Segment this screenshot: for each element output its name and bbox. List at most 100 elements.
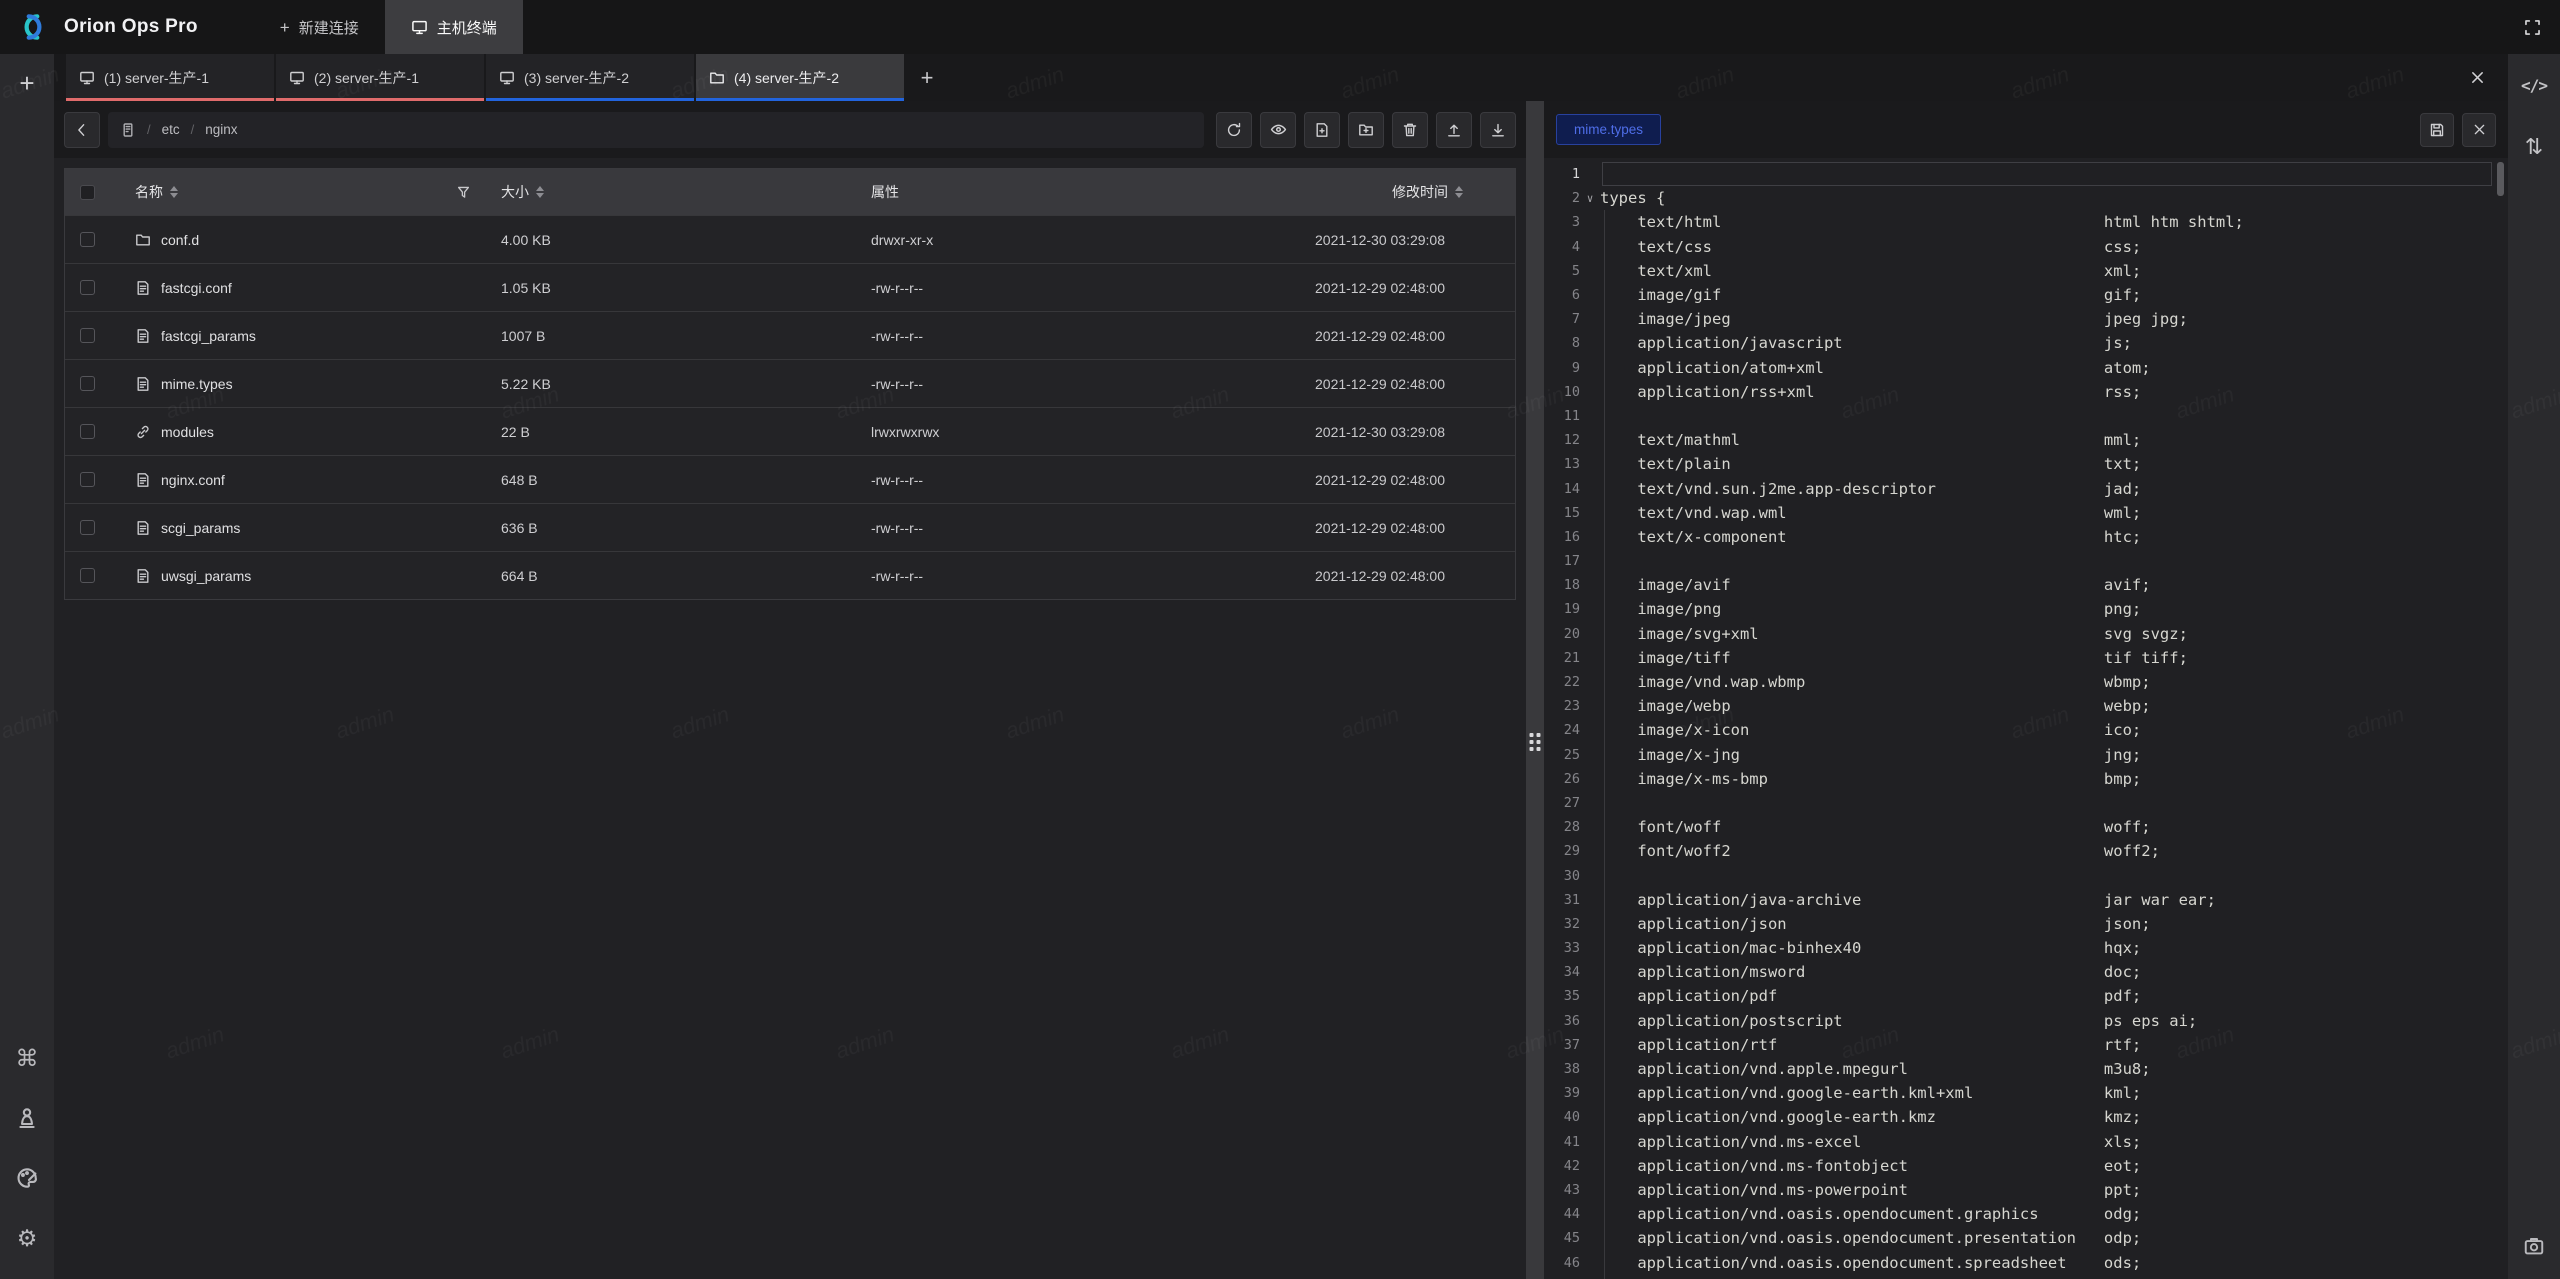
close-editor-button[interactable] — [2462, 113, 2496, 147]
nav-host-terminal[interactable]: 主机终端 — [385, 0, 523, 54]
editor-line[interactable]: 12 text/mathml mml; — [1544, 428, 2508, 452]
shortcuts-button[interactable]: ⌘ — [10, 1041, 44, 1075]
file-row[interactable]: nginx.conf 648 B -rw-r--r-- 2021-12-29 0… — [65, 455, 1515, 503]
terminal-tab[interactable]: (3) server-生产-2 — [486, 54, 694, 101]
editor-line[interactable]: 18 image/avif avif; — [1544, 573, 2508, 597]
editor-line[interactable]: 39 application/vnd.google-earth.kml+xml … — [1544, 1081, 2508, 1105]
editor-line[interactable]: 10 application/rss+xml rss; — [1544, 380, 2508, 404]
editor-line[interactable]: 29 font/woff2 woff2; — [1544, 839, 2508, 863]
fold-chevron-icon[interactable]: ∨ — [1580, 192, 1600, 205]
editor-line[interactable]: 17 — [1544, 549, 2508, 573]
file-row[interactable]: uwsgi_params 664 B -rw-r--r-- 2021-12-29… — [65, 551, 1515, 599]
editor-line[interactable]: 34 application/msword doc; — [1544, 960, 2508, 984]
row-checkbox[interactable] — [80, 472, 95, 487]
editor-line[interactable]: 8 application/javascript js; — [1544, 331, 2508, 355]
sort-mtime-control[interactable] — [1455, 186, 1463, 198]
editor-line[interactable]: 14 text/vnd.sun.j2me.app-descriptor jad; — [1544, 476, 2508, 500]
row-checkbox[interactable] — [80, 568, 95, 583]
editor-line[interactable]: 47 application/vnd.oasis.opendocument.te… — [1544, 1275, 2508, 1279]
breadcrumb[interactable]: / etc / nginx — [108, 112, 1204, 148]
row-checkbox[interactable] — [80, 328, 95, 343]
editor-line[interactable]: 22 image/vnd.wap.wbmp wbmp; — [1544, 670, 2508, 694]
row-checkbox[interactable] — [80, 280, 95, 295]
settings-button[interactable]: ⚙ — [10, 1221, 44, 1255]
column-header-size[interactable]: 大小 — [501, 182, 544, 202]
refresh-button[interactable] — [1216, 112, 1252, 148]
editor-line[interactable]: 46 application/vnd.oasis.opendocument.sp… — [1544, 1250, 2508, 1274]
editor-line[interactable]: 4 text/css css; — [1544, 235, 2508, 259]
editor-line[interactable]: 30 — [1544, 863, 2508, 887]
editor-line[interactable]: 25 image/x-jng jng; — [1544, 743, 2508, 767]
editor-line[interactable]: 35 application/pdf pdf; — [1544, 984, 2508, 1008]
row-checkbox[interactable] — [80, 520, 95, 535]
editor-line[interactable]: 41 application/vnd.ms-excel xls; — [1544, 1130, 2508, 1154]
editor-line[interactable]: 23 image/webp webp; — [1544, 694, 2508, 718]
add-terminal-tab-button[interactable]: + — [906, 54, 948, 101]
editor-line[interactable]: 27 — [1544, 791, 2508, 815]
editor-line[interactable]: 3 text/html html htm shtml; — [1544, 210, 2508, 234]
terminal-tab[interactable]: (1) server-生产-1 — [66, 54, 274, 101]
new-folder-button[interactable] — [1348, 112, 1384, 148]
sort-name-control[interactable] — [170, 186, 178, 198]
editor-line[interactable]: 42 application/vnd.ms-fontobject eot; — [1544, 1154, 2508, 1178]
terminal-tab[interactable]: (4) server-生产-2 — [696, 54, 904, 101]
command-snippets-button[interactable]: </> — [2517, 68, 2551, 102]
editor-line[interactable]: 1 — [1544, 162, 2508, 186]
column-header-name[interactable]: 名称 — [135, 182, 178, 202]
editor-line[interactable]: 5 text/xml xml; — [1544, 259, 2508, 283]
panel-resize-handle[interactable] — [1526, 101, 1544, 1279]
editor-line[interactable]: 26 image/x-ms-bmp bmp; — [1544, 767, 2508, 791]
editor-line[interactable]: 38 application/vnd.apple.mpegurl m3u8; — [1544, 1057, 2508, 1081]
new-tab-button[interactable]: + — [10, 66, 44, 100]
terminal-tab[interactable]: (2) server-生产-1 — [276, 54, 484, 101]
editor-line[interactable]: 43 application/vnd.ms-powerpoint ppt; — [1544, 1178, 2508, 1202]
editor-line[interactable]: 2 ∨ types { — [1544, 186, 2508, 210]
row-checkbox[interactable] — [80, 376, 95, 391]
close-all-tabs-button[interactable] — [2460, 61, 2494, 95]
editor-scrollbar-thumb[interactable] — [2497, 162, 2504, 196]
file-transfer-button[interactable]: ⇅ — [2517, 130, 2551, 164]
editor-line[interactable]: 20 image/svg+xml svg svgz; — [1544, 622, 2508, 646]
open-file-tab[interactable]: mime.types — [1556, 114, 1661, 145]
new-file-button[interactable] — [1304, 112, 1340, 148]
upload-button[interactable] — [1436, 112, 1472, 148]
code-editor[interactable]: 1 2 ∨ types { 3 text/html html htm shtml… — [1544, 158, 2508, 1279]
editor-line[interactable]: 15 text/vnd.wap.wml wml; — [1544, 501, 2508, 525]
column-header-mtime[interactable]: 修改时间 — [1291, 182, 1515, 202]
fullscreen-button[interactable] — [2512, 7, 2552, 47]
editor-line[interactable]: 13 text/plain txt; — [1544, 452, 2508, 476]
back-button[interactable] — [64, 112, 100, 148]
breadcrumb-segment-etc[interactable]: etc — [162, 122, 180, 137]
delete-button[interactable] — [1392, 112, 1428, 148]
editor-line[interactable]: 24 image/x-icon ico; — [1544, 718, 2508, 742]
show-hidden-files-button[interactable] — [1260, 112, 1296, 148]
editor-line[interactable]: 45 application/vnd.oasis.opendocument.pr… — [1544, 1226, 2508, 1250]
breadcrumb-segment-nginx[interactable]: nginx — [205, 122, 237, 137]
editor-line[interactable]: 32 application/json json; — [1544, 912, 2508, 936]
editor-line[interactable]: 36 application/postscript ps eps ai; — [1544, 1009, 2508, 1033]
editor-line[interactable]: 6 image/gif gif; — [1544, 283, 2508, 307]
theme-button[interactable] — [10, 1161, 44, 1195]
file-row[interactable]: conf.d 4.00 KB drwxr-xr-x 2021-12-30 03:… — [65, 215, 1515, 263]
row-checkbox[interactable] — [80, 424, 95, 439]
file-row[interactable]: scgi_params 636 B -rw-r--r-- 2021-12-29 … — [65, 503, 1515, 551]
file-row[interactable]: fastcgi_params 1007 B -rw-r--r-- 2021-12… — [65, 311, 1515, 359]
editor-line[interactable]: 31 application/java-archive jar war ear; — [1544, 888, 2508, 912]
save-file-button[interactable] — [2420, 113, 2454, 147]
editor-line[interactable]: 16 text/x-component htc; — [1544, 525, 2508, 549]
editor-line[interactable]: 7 image/jpeg jpeg jpg; — [1544, 307, 2508, 331]
screenshot-button[interactable] — [2517, 1229, 2551, 1263]
file-row[interactable]: fastcgi.conf 1.05 KB -rw-r--r-- 2021-12-… — [65, 263, 1515, 311]
filter-button[interactable] — [456, 185, 471, 200]
editor-line[interactable]: 40 application/vnd.google-earth.kmz kmz; — [1544, 1105, 2508, 1129]
identity-button[interactable] — [10, 1101, 44, 1135]
editor-line[interactable]: 33 application/mac-binhex40 hqx; — [1544, 936, 2508, 960]
editor-line[interactable]: 44 application/vnd.oasis.opendocument.gr… — [1544, 1202, 2508, 1226]
select-all-checkbox[interactable] — [80, 185, 95, 200]
editor-line[interactable]: 9 application/atom+xml atom; — [1544, 356, 2508, 380]
editor-line[interactable]: 21 image/tiff tif tiff; — [1544, 646, 2508, 670]
editor-line[interactable]: 11 — [1544, 404, 2508, 428]
download-button[interactable] — [1480, 112, 1516, 148]
nav-new-connection[interactable]: + 新建连接 — [254, 0, 385, 54]
file-row[interactable]: mime.types 5.22 KB -rw-r--r-- 2021-12-29… — [65, 359, 1515, 407]
